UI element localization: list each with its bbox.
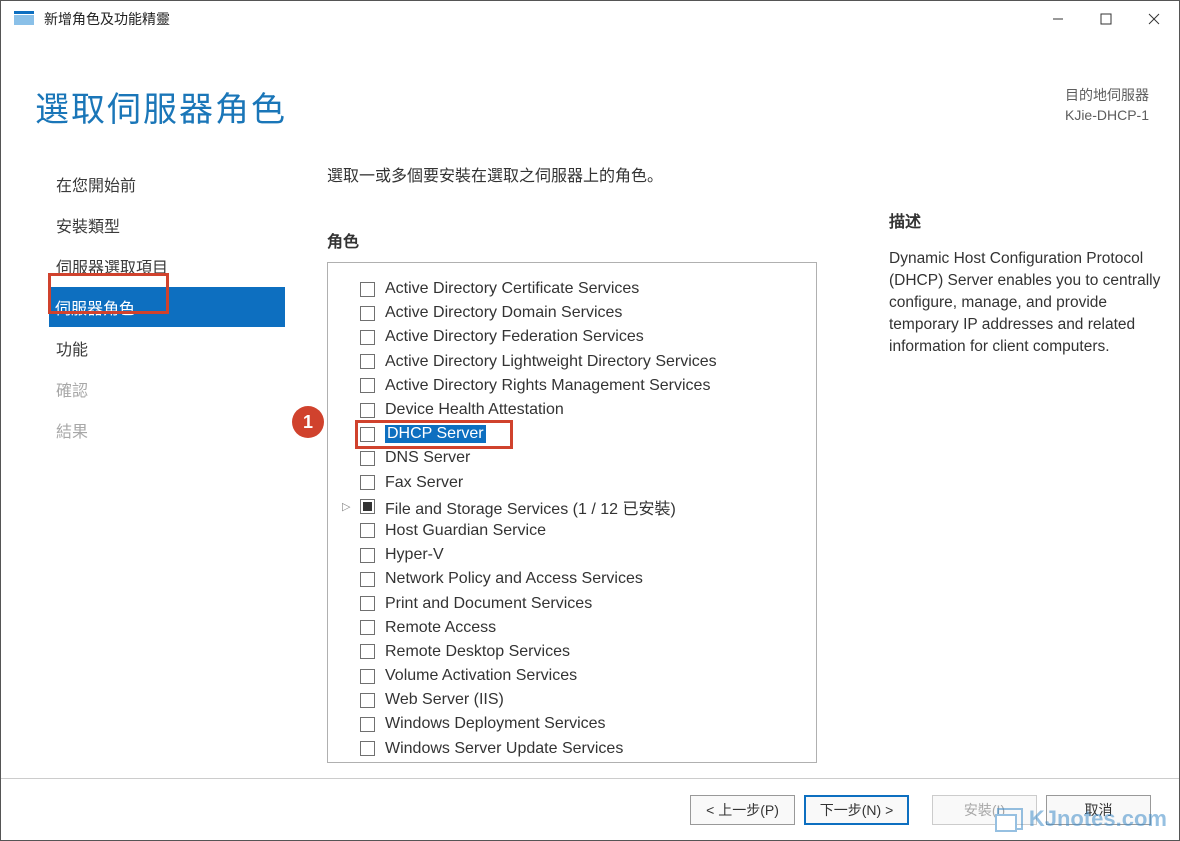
role-checkbox[interactable] [360,572,375,587]
role-item[interactable]: Windows Deployment Services [360,712,816,736]
wizard-steps-sidebar: 在您開始前安裝類型伺服器選取項目伺服器角色功能確認結果 [55,152,285,772]
roles-heading: 角色 [327,228,859,252]
page-title: 選取伺服器角色 [35,82,287,131]
role-checkbox[interactable] [360,741,375,756]
role-item[interactable]: Active Directory Certificate Services [360,277,816,301]
role-item[interactable]: DNS Server [360,446,816,470]
role-item[interactable]: Windows Server Update Services [360,737,816,761]
previous-button[interactable]: < 上一步(P) [690,795,795,825]
role-label: Print and Document Services [385,595,592,613]
role-checkbox[interactable] [360,644,375,659]
install-button[interactable]: 安裝(I) [932,795,1037,825]
role-checkbox[interactable] [360,451,375,466]
destination-label: 目的地伺服器 [1065,85,1149,105]
role-label: Web Server (IIS) [385,691,504,709]
role-label: Host Guardian Service [385,522,546,540]
role-item[interactable]: Device Health Attestation [360,398,816,422]
instruction-text: 選取一或多個要安裝在選取之伺服器上的角色。 [327,162,859,186]
role-label: Remote Desktop Services [385,643,570,661]
next-button[interactable]: 下一步(N) > [804,795,909,825]
role-checkbox[interactable] [360,548,375,563]
wizard-step: 確認 [55,369,285,409]
description-panel: 描述 Dynamic Host Configuration Protocol (… [859,152,1169,772]
role-label: Network Policy and Access Services [385,570,643,588]
role-checkbox[interactable] [360,403,375,418]
role-checkbox[interactable] [360,523,375,538]
role-label: DHCP Server [385,425,486,443]
minimize-button[interactable] [1034,1,1082,37]
role-item[interactable]: Print and Document Services [360,591,816,615]
role-item[interactable]: Fax Server [360,471,816,495]
role-label: Device Health Attestation [385,401,564,419]
role-checkbox[interactable] [360,620,375,635]
role-checkbox[interactable] [360,717,375,732]
destination-server: KJie-DHCP-1 [1065,105,1149,125]
wizard-step[interactable]: 伺服器角色 [49,287,285,327]
close-button[interactable] [1130,1,1178,37]
wizard-step: 結果 [55,410,285,450]
wizard-step[interactable]: 安裝類型 [55,205,285,245]
role-item[interactable]: Active Directory Federation Services [360,325,816,349]
role-checkbox[interactable] [360,499,375,514]
main-panel: 選取一或多個要安裝在選取之伺服器上的角色。 角色 1 Active Direct… [285,152,859,772]
role-checkbox[interactable] [360,475,375,490]
role-checkbox[interactable] [360,596,375,611]
role-label: Fax Server [385,474,463,492]
role-label: Windows Server Update Services [385,740,623,758]
window-controls [1034,1,1178,37]
role-checkbox[interactable] [360,669,375,684]
role-checkbox[interactable] [360,282,375,297]
role-item[interactable]: Host Guardian Service [360,519,816,543]
role-label: Active Directory Domain Services [385,304,622,322]
role-label: Active Directory Lightweight Directory S… [385,353,717,371]
role-label: Windows Deployment Services [385,715,606,733]
role-checkbox[interactable] [360,330,375,345]
role-label: File and Storage Services (1 / 12 已安裝) [385,495,676,519]
app-icon [14,11,34,27]
wizard-step[interactable]: 伺服器選取項目 [55,246,285,286]
expand-icon[interactable]: ▷ [342,500,350,513]
role-item[interactable]: Remote Desktop Services [360,640,816,664]
footer: < 上一步(P) 下一步(N) > 安裝(I) 取消 [1,778,1179,840]
role-checkbox[interactable] [360,378,375,393]
role-checkbox[interactable] [360,306,375,321]
wizard-step[interactable]: 在您開始前 [55,164,285,204]
role-item[interactable]: ▷File and Storage Services (1 / 12 已安裝) [360,495,816,519]
role-label: Hyper-V [385,546,444,564]
role-item[interactable]: Active Directory Lightweight Directory S… [360,350,816,374]
titlebar: 新增角色及功能精靈 [1,1,1179,37]
window-title: 新增角色及功能精靈 [44,9,170,29]
role-label: Active Directory Rights Management Servi… [385,377,710,395]
maximize-button[interactable] [1082,1,1130,37]
role-item[interactable]: DHCP Server [360,422,816,446]
role-label: DNS Server [385,449,470,467]
role-item[interactable]: Web Server (IIS) [360,688,816,712]
role-checkbox[interactable] [360,354,375,369]
description-text: Dynamic Host Configuration Protocol (DHC… [889,248,1169,358]
wizard-step[interactable]: 功能 [55,328,285,368]
role-item[interactable]: Hyper-V [360,543,816,567]
role-checkbox[interactable] [360,693,375,708]
role-item[interactable]: Network Policy and Access Services [360,567,816,591]
role-item[interactable]: Active Directory Domain Services [360,301,816,325]
role-label: Volume Activation Services [385,667,577,685]
role-label: Remote Access [385,619,496,637]
role-item[interactable]: Volume Activation Services [360,664,816,688]
cancel-button[interactable]: 取消 [1046,795,1151,825]
roles-list: 1 Active Directory Certificate ServicesA… [327,262,817,763]
destination-server-block: 目的地伺服器 KJie-DHCP-1 [1065,85,1149,126]
role-item[interactable]: Active Directory Rights Management Servi… [360,374,816,398]
role-item[interactable]: Remote Access [360,616,816,640]
role-checkbox[interactable] [360,427,375,442]
header: 選取伺服器角色 目的地伺服器 KJie-DHCP-1 [1,37,1179,152]
role-label: Active Directory Certificate Services [385,280,639,298]
description-heading: 描述 [889,208,1169,232]
role-label: Active Directory Federation Services [385,328,644,346]
annotation-badge: 1 [292,406,324,438]
